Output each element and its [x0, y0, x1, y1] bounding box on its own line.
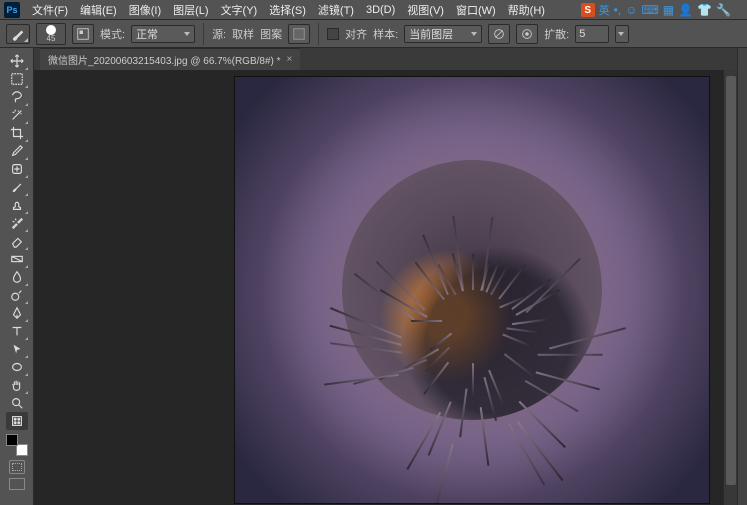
document-tab-bar: 微信图片_20200603215403.jpg @ 66.7%(RGB/8#) …	[34, 48, 737, 70]
path-select-tool[interactable]	[6, 340, 28, 358]
type-tool[interactable]	[6, 322, 28, 340]
sample-label: 样本:	[373, 26, 398, 42]
document-image	[234, 76, 710, 504]
align-checkbox[interactable]	[327, 28, 339, 40]
diffusion-label: 扩散:	[544, 26, 569, 42]
menu-layer[interactable]: 图层(L)	[167, 2, 214, 18]
current-tool-icon[interactable]	[6, 24, 30, 44]
dodge-tool[interactable]	[6, 286, 28, 304]
ime-keyboard-icon[interactable]: ⌨	[641, 3, 658, 17]
document-tab-title: 微信图片_20200603215403.jpg @ 66.7%(RGB/8#) …	[48, 52, 281, 67]
app-logo: Ps	[4, 2, 20, 18]
screen-mode-button[interactable]	[9, 478, 25, 490]
clone-stamp-tool[interactable]	[6, 196, 28, 214]
menu-select[interactable]: 选择(S)	[263, 2, 312, 18]
sample-select[interactable]: 当前图层	[404, 25, 482, 43]
crop-tool[interactable]	[6, 124, 28, 142]
ime-grid-icon[interactable]: ▦	[663, 3, 674, 17]
pressure-button[interactable]	[516, 24, 538, 44]
canvas-viewport[interactable]	[34, 70, 737, 505]
healing-brush-tool[interactable]	[6, 160, 28, 178]
vertical-scrollbar[interactable]	[723, 70, 737, 505]
ime-lang-button[interactable]: 英	[599, 2, 610, 18]
mode-value: 正常	[136, 26, 158, 42]
right-panel-collapsed[interactable]	[737, 48, 747, 505]
ime-shirt-icon[interactable]: 👕	[697, 3, 712, 17]
menu-file[interactable]: 文件(F)	[26, 2, 74, 18]
document-area: 微信图片_20200603215403.jpg @ 66.7%(RGB/8#) …	[34, 48, 737, 505]
brush-dot-icon	[46, 25, 56, 35]
hand-tool[interactable]	[6, 376, 28, 394]
separator	[203, 23, 204, 45]
sample-value: 当前图层	[409, 26, 453, 42]
eyedropper-tool[interactable]	[6, 142, 28, 160]
diffusion-stepper[interactable]	[615, 25, 629, 43]
menu-filter[interactable]: 滤镜(T)	[312, 2, 360, 18]
ime-punct-icon[interactable]: •,	[614, 3, 622, 17]
sample-link[interactable]: 取样	[232, 26, 254, 42]
ime-logo-icon[interactable]: S	[581, 3, 595, 17]
menu-edit[interactable]: 编辑(E)	[74, 2, 123, 18]
menu-help[interactable]: 帮助(H)	[502, 2, 551, 18]
mode-select[interactable]: 正常	[131, 25, 195, 43]
brush-tool[interactable]	[6, 178, 28, 196]
brush-panel-button[interactable]	[72, 24, 94, 44]
rect-marquee-tool[interactable]	[6, 70, 28, 88]
quick-mask-button[interactable]	[9, 460, 25, 474]
tools-panel	[0, 48, 34, 505]
color-swatches[interactable]	[6, 434, 28, 456]
tiny-planet-graphic	[342, 160, 602, 420]
menu-3d[interactable]: 3D(D)	[360, 4, 401, 16]
move-tool[interactable]	[6, 52, 28, 70]
ime-user-icon[interactable]: 👤	[678, 3, 693, 17]
eraser-tool[interactable]	[6, 232, 28, 250]
ime-face-icon[interactable]: ☺	[625, 3, 637, 17]
separator	[318, 23, 319, 45]
blur-tool[interactable]	[6, 268, 28, 286]
brush-preset-picker[interactable]: 45	[36, 23, 66, 45]
mode-label: 模式:	[100, 26, 125, 42]
document-tab[interactable]: 微信图片_20200603215403.jpg @ 66.7%(RGB/8#) …	[40, 48, 300, 70]
ignore-adjustment-button[interactable]	[488, 24, 510, 44]
edit-toolbar-button[interactable]	[6, 412, 28, 430]
pattern-picker[interactable]	[288, 24, 310, 44]
magic-wand-tool[interactable]	[6, 106, 28, 124]
brush-size-label: 45	[47, 35, 56, 43]
diffusion-input[interactable]	[575, 25, 609, 43]
shape-tool[interactable]	[6, 358, 28, 376]
vertical-scrollbar-thumb[interactable]	[726, 76, 736, 485]
ime-bar: S 英 •, ☺ ⌨ ▦ 👤 👕 🔧	[581, 2, 731, 18]
source-label: 源:	[212, 26, 226, 42]
gradient-tool[interactable]	[6, 250, 28, 268]
history-brush-tool[interactable]	[6, 214, 28, 232]
align-label: 对齐	[345, 26, 367, 42]
pen-tool[interactable]	[6, 304, 28, 322]
menu-image[interactable]: 图像(I)	[123, 2, 167, 18]
menu-window[interactable]: 窗口(W)	[450, 2, 502, 18]
menu-type[interactable]: 文字(Y)	[215, 2, 264, 18]
foreground-swatch[interactable]	[6, 434, 18, 446]
zoom-tool[interactable]	[6, 394, 28, 412]
document-tab-close-icon[interactable]: ×	[287, 54, 293, 65]
main-area: 微信图片_20200603215403.jpg @ 66.7%(RGB/8#) …	[0, 48, 747, 505]
menu-view[interactable]: 视图(V)	[401, 2, 450, 18]
options-bar: 45 模式: 正常 源: 取样 图案 对齐 样本: 当前图层 扩散:	[0, 20, 747, 48]
lasso-tool[interactable]	[6, 88, 28, 106]
pattern-link[interactable]: 图案	[260, 26, 282, 42]
ime-wrench-icon[interactable]: 🔧	[716, 3, 731, 17]
